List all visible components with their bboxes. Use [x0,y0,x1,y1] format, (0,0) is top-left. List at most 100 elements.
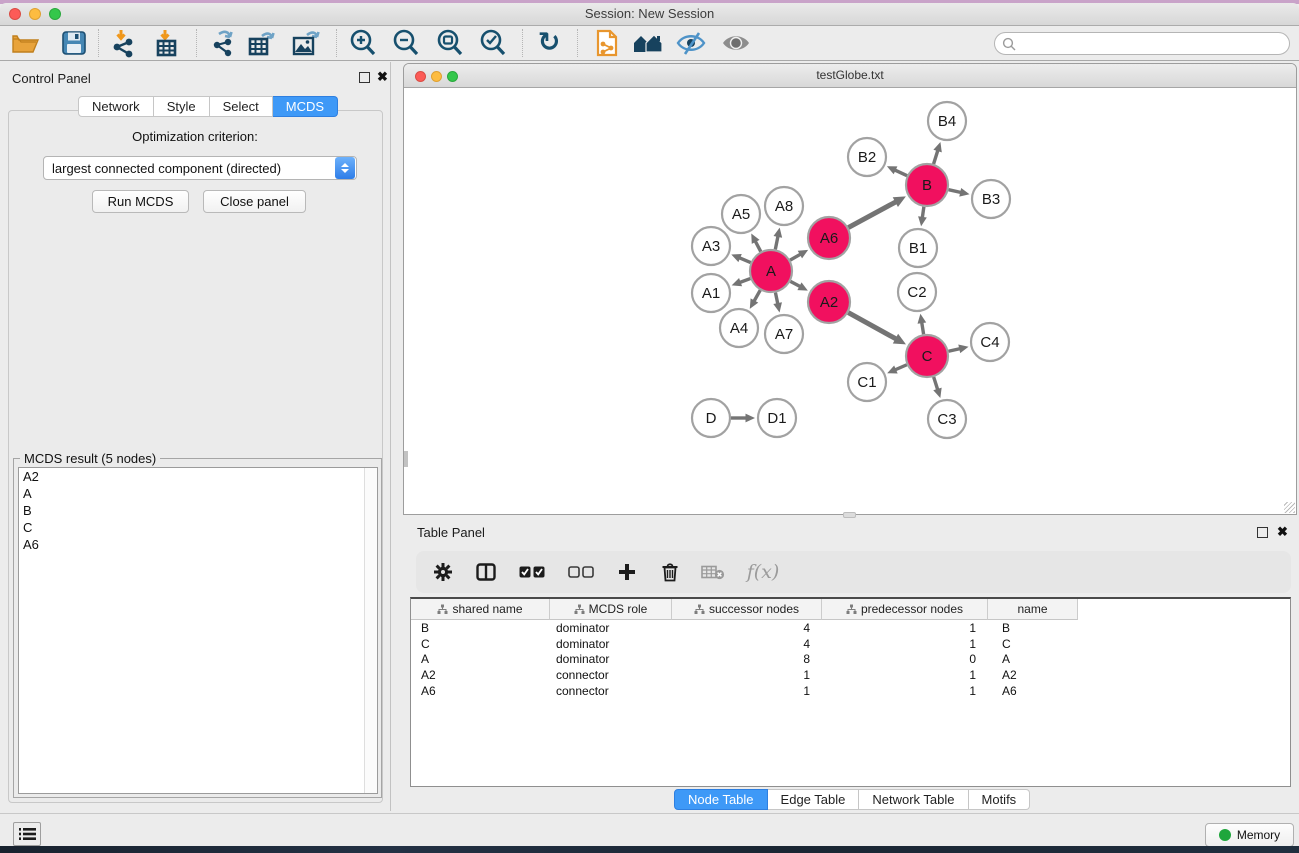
graph-edge[interactable] [790,281,800,286]
graph-node[interactable]: A7 [765,315,803,353]
window-resize-grip[interactable] [1284,502,1295,513]
graph-node[interactable]: A4 [720,309,758,347]
window-minimize-light[interactable] [29,8,41,20]
run-mcds-button[interactable]: Run MCDS [92,190,189,213]
table-cell[interactable]: 4 [672,637,822,651]
show-hide-graphics-details-button[interactable] [674,28,708,58]
graph-edge[interactable] [740,279,751,283]
result-scrollbar[interactable] [364,468,377,793]
network-window-titlebar[interactable]: testGlobe.txt [404,64,1296,88]
table-row[interactable]: A6connector11A6 [411,683,1290,699]
graph-node[interactable]: C [906,335,948,377]
column-header[interactable]: shared name [411,599,550,620]
graph-edge[interactable] [790,254,801,260]
window-zoom-light[interactable] [49,8,61,20]
tab-mcds[interactable]: MCDS [273,96,338,117]
export-image-button[interactable] [289,28,323,58]
import-table-button[interactable] [150,28,184,58]
table-cell[interactable]: C [988,637,1078,651]
select-all-columns-button[interactable] [516,559,548,585]
search-box[interactable] [994,32,1290,55]
result-list-item[interactable]: A6 [19,536,377,553]
column-header[interactable]: predecessor nodes [822,599,988,620]
table-cell[interactable]: dominator [550,621,672,635]
tab-style[interactable]: Style [154,96,210,117]
network-minimize-light[interactable] [431,71,442,82]
tab-select[interactable]: Select [210,96,273,117]
graph-node[interactable]: A2 [808,281,850,323]
table-cell[interactable]: B [988,621,1078,635]
task-history-button[interactable] [13,822,41,846]
unselect-all-columns-button[interactable] [565,559,597,585]
graph-edge[interactable] [895,170,907,176]
table-cell[interactable]: dominator [550,652,672,666]
graph-node[interactable]: A6 [808,217,850,259]
graph-node[interactable]: C3 [928,400,966,438]
graph-node[interactable]: A5 [722,195,760,233]
search-input[interactable] [1020,37,1270,51]
table-close-icon[interactable]: ✖ [1277,524,1288,540]
graph-node[interactable]: C2 [898,273,936,311]
graph-node[interactable]: C1 [848,363,886,401]
export-network-button[interactable] [207,28,241,58]
table-cell[interactable]: C [411,637,550,651]
zoom-selected-button[interactable] [476,28,510,58]
graph-edge[interactable] [848,202,896,228]
network-graph[interactable]: B4B2BB3A8A5A6A3B1AC2A1A2A4A7C4CC1C3DD1 [404,88,1296,514]
table-row[interactable]: Adominator80A [411,652,1290,668]
save-session-button[interactable] [57,28,91,58]
splitter-handle[interactable] [843,512,856,518]
column-header[interactable]: successor nodes [672,599,822,620]
graph-edge[interactable] [755,241,761,252]
table-cell[interactable]: 1 [822,621,988,635]
graph-node[interactable]: A [750,250,792,292]
table-cell[interactable]: A6 [411,684,550,698]
import-network-button[interactable] [107,28,141,58]
app-titlebar[interactable]: Session: New Session [0,3,1299,26]
network-from-clipboard-button[interactable] [590,28,624,58]
home-button[interactable] [631,28,665,58]
graph-node[interactable]: A8 [765,187,803,225]
criterion-dropdown[interactable]: largest connected component (directed) [43,156,357,180]
table-settings-button[interactable] [430,559,456,585]
refresh-view-button[interactable]: ↻ [532,28,566,58]
result-list-item[interactable]: C [19,519,377,536]
table-cell[interactable]: 1 [822,668,988,682]
column-header[interactable]: MCDS role [550,599,672,620]
graph-edge[interactable] [922,322,924,334]
graph-edge[interactable] [775,236,778,250]
table-cell[interactable]: 4 [672,621,822,635]
zoom-out-button[interactable] [389,28,423,58]
export-table-button[interactable] [245,28,279,58]
table-cell[interactable]: 1 [822,684,988,698]
table-cell[interactable]: 1 [672,684,822,698]
network-canvas[interactable]: B4B2BB3A8A5A6A3B1AC2A1A2A4A7C4CC1C3DD1 [404,88,1296,514]
graph-node[interactable]: D1 [758,399,796,437]
result-list-item[interactable]: A2 [19,468,377,485]
graph-edge[interactable] [754,290,760,301]
result-list-item[interactable]: B [19,502,377,519]
delete-row-button[interactable] [657,559,683,585]
close-panel-icon[interactable]: ✖ [377,69,388,85]
graph-node[interactable]: D [692,399,730,437]
table-cell[interactable]: A2 [988,668,1078,682]
graph-edge[interactable] [739,258,751,263]
table-cell[interactable]: 1 [672,668,822,682]
window-close-light[interactable] [9,8,21,20]
graph-node[interactable]: B1 [899,229,937,267]
birdseye-view-button[interactable] [719,28,753,58]
graph-edge[interactable] [848,313,896,339]
network-view-window[interactable]: testGlobe.txt B4B2BB3A8A5A6A3B1AC2A1A2A4… [403,63,1297,515]
mcds-result-list[interactable]: A2ABCA6 [18,467,378,794]
graph-node[interactable]: B2 [848,138,886,176]
table-row[interactable]: A2connector11A2 [411,667,1290,683]
open-file-button[interactable] [8,28,42,58]
graph-edge[interactable] [934,377,938,390]
canvas-scrollbar-thumb[interactable] [404,451,408,467]
network-close-light[interactable] [415,71,426,82]
graph-edge[interactable] [775,293,777,305]
tab-node-table[interactable]: Node Table [674,789,768,810]
graph-node[interactable]: B4 [928,102,966,140]
table-cell[interactable]: 8 [672,652,822,666]
zoom-fit-button[interactable] [433,28,467,58]
